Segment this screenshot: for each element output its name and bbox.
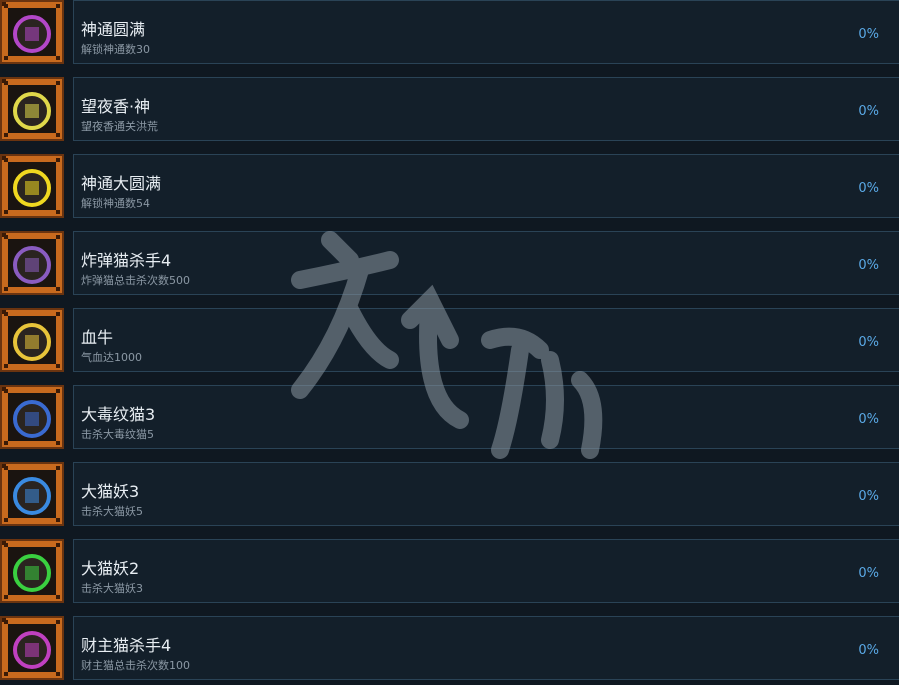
achievement-description: 望夜香通关洪荒 <box>81 120 158 133</box>
meditating-monk-icon <box>0 308 64 372</box>
wolf-face-icon <box>0 77 64 141</box>
achievement-description: 击杀大毒纹猫5 <box>81 428 154 441</box>
achievement-card: 大猫妖3 击杀大猫妖5 0% <box>73 462 899 526</box>
icon-art <box>8 162 56 210</box>
achievement-percentage: 0% <box>858 566 879 581</box>
achievement-percentage: 0% <box>858 258 879 273</box>
icon-art <box>8 547 56 595</box>
achievement-row[interactable]: 大猫妖2 击杀大猫妖3 0% <box>0 539 899 605</box>
achievement-title: 炸弹猫杀手4 <box>81 251 172 270</box>
icon-art <box>8 8 56 56</box>
achievement-title: 望夜香·神 <box>81 97 151 116</box>
achievement-description: 炸弹猫总击杀次数500 <box>81 274 190 287</box>
achievement-description: 解锁神通数54 <box>81 197 150 210</box>
achievement-card: 神通圆满解锁神通数30 0% <box>73 0 899 64</box>
achievement-title: 血牛 <box>81 328 114 347</box>
achievement-card: 大毒纹猫3 击杀大毒纹猫5 0% <box>73 385 899 449</box>
achievement-percentage: 0% <box>858 489 879 504</box>
cat-demon-blue-icon <box>0 462 64 526</box>
achievement-title: 大猫妖2 <box>81 559 140 578</box>
achievement-description: 击杀大猫妖5 <box>81 505 143 518</box>
achievement-description: 气血达1000 <box>81 351 142 364</box>
achievement-card: 血牛气血达1000 0% <box>73 308 899 372</box>
achievement-card: 大猫妖2 击杀大猫妖3 0% <box>73 539 899 603</box>
purple-lattice-icon <box>0 0 64 64</box>
achievement-row[interactable]: 血牛气血达1000 0% <box>0 308 899 374</box>
achievement-percentage: 0% <box>858 335 879 350</box>
achievement-description: 击杀大猫妖3 <box>81 582 143 595</box>
achievement-list: 神通圆满解锁神通数30 0% 望夜香·神望夜香通关洪荒 0% 神通大圆满解锁神通数54 0… <box>0 0 899 685</box>
achievement-card: 炸弹猫杀手4 炸弹猫总击杀次数500 0% <box>73 231 899 295</box>
bomb-cat-icon <box>0 231 64 295</box>
icon-art <box>8 85 56 133</box>
achievement-percentage: 0% <box>858 181 879 196</box>
icon-art <box>8 470 56 518</box>
achievement-row[interactable]: 大猫妖3 击杀大猫妖5 0% <box>0 462 899 528</box>
achievement-row[interactable]: 望夜香·神望夜香通关洪荒 0% <box>0 77 899 143</box>
rich-cat-icon <box>0 616 64 680</box>
achievement-title: 大猫妖3 <box>81 482 140 501</box>
achievement-row[interactable]: 大毒纹猫3 击杀大毒纹猫5 0% <box>0 385 899 451</box>
achievement-row[interactable]: 神通圆满解锁神通数30 0% <box>0 0 899 66</box>
icon-art <box>8 239 56 287</box>
achievement-percentage: 0% <box>858 412 879 427</box>
achievement-row[interactable]: 神通大圆满解锁神通数54 0% <box>0 154 899 220</box>
achievement-percentage: 0% <box>858 643 879 658</box>
achievement-title: 神通圆满 <box>81 20 146 39</box>
achievement-title: 财主猫杀手4 <box>81 636 172 655</box>
achievement-card: 望夜香·神望夜香通关洪荒 0% <box>73 77 899 141</box>
icon-art <box>8 624 56 672</box>
achievement-row[interactable]: 财主猫杀手4 财主猫总击杀次数100 0% <box>0 616 899 682</box>
cat-demon-green-icon <box>0 539 64 603</box>
achievement-percentage: 0% <box>858 27 879 42</box>
achievement-title: 神通大圆满 <box>81 174 162 193</box>
achievement-description: 解锁神通数30 <box>81 43 150 56</box>
gold-lattice-icon <box>0 154 64 218</box>
achievement-description: 财主猫总击杀次数100 <box>81 659 190 672</box>
achievement-row[interactable]: 炸弹猫杀手4 炸弹猫总击杀次数500 0% <box>0 231 899 297</box>
icon-art <box>8 316 56 364</box>
icon-art <box>8 393 56 441</box>
achievement-card: 财主猫杀手4 财主猫总击杀次数100 0% <box>73 616 899 680</box>
achievement-percentage: 0% <box>858 104 879 119</box>
poison-cat-icon <box>0 385 64 449</box>
achievement-title: 大毒纹猫3 <box>81 405 156 424</box>
achievement-card: 神通大圆满解锁神通数54 0% <box>73 154 899 218</box>
